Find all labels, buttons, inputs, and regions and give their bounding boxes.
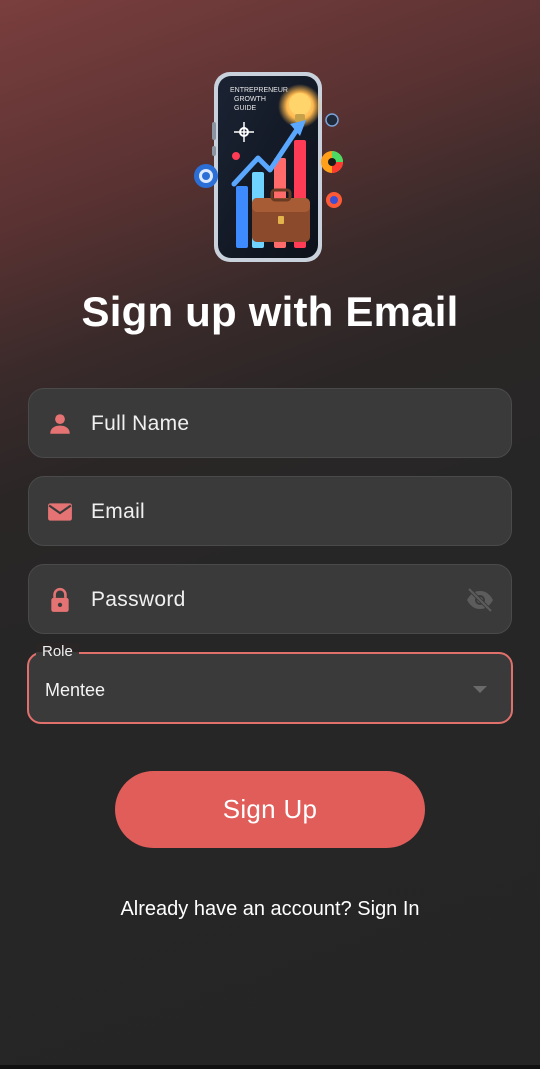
role-select[interactable]: Mentee — [27, 652, 513, 724]
full-name-placeholder: Full Name — [91, 412, 190, 435]
password-field[interactable]: Password — [28, 564, 512, 634]
role-label: Role — [36, 643, 79, 661]
app-logo: ENTREPRENEUR GROWTH GUIDE — [190, 66, 350, 266]
eye-off-icon[interactable] — [465, 586, 495, 614]
sign-in-link[interactable]: Already have an account? Sign In — [0, 898, 540, 921]
bottom-divider — [0, 1065, 540, 1069]
mail-icon — [48, 503, 72, 521]
svg-text:GROWTH: GROWTH — [234, 96, 266, 103]
full-name-field[interactable]: Full Name — [28, 388, 512, 458]
sign-up-button[interactable]: Sign Up — [115, 771, 425, 848]
role-selected-value: Mentee — [45, 680, 106, 700]
logo-caption: ENTREPRENEUR — [230, 87, 288, 94]
page-title: Sign up with Email — [81, 288, 459, 335]
email-field[interactable]: Email — [28, 476, 512, 546]
person-icon — [50, 414, 70, 434]
password-placeholder: Password — [91, 588, 186, 611]
logo-illustration: ENTREPRENEUR GROWTH GUIDE — [194, 72, 343, 262]
lock-icon — [51, 587, 69, 612]
caret-down-icon — [473, 686, 487, 693]
svg-text:GUIDE: GUIDE — [234, 105, 257, 112]
email-placeholder: Email — [91, 500, 146, 523]
